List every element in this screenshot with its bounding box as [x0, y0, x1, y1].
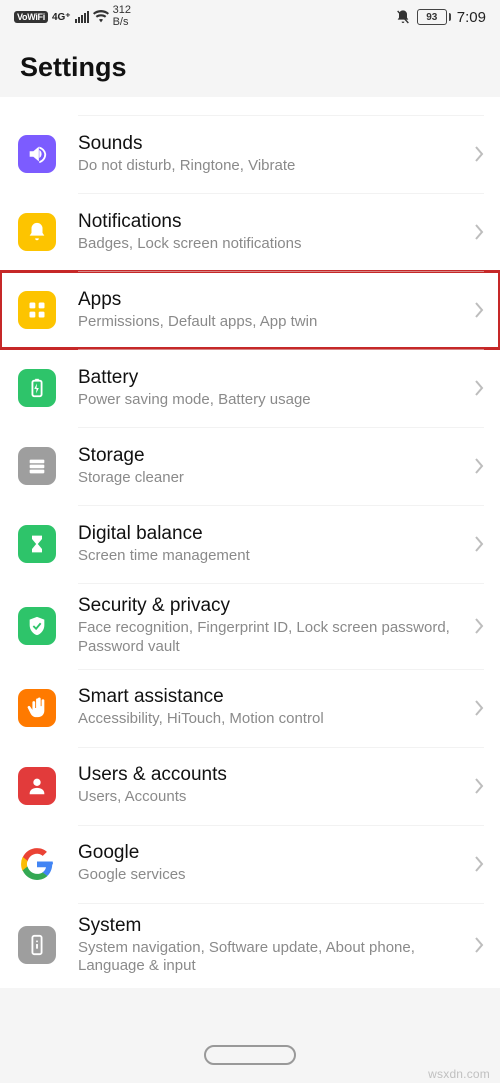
user-icon: [18, 767, 56, 805]
chevron-right-icon: [474, 535, 484, 553]
net-speed: 312 B/s: [113, 5, 131, 28]
row-title: Storage: [78, 445, 464, 467]
nav-home-pill[interactable]: [204, 1045, 296, 1065]
row-subtitle: Do not disturb, Ringtone, Vibrate: [78, 157, 464, 176]
status-bar: VoWiFi 4G⁺ 312 B/s 93 7:09: [0, 0, 500, 34]
list-item-smart-assistance[interactable]: Smart assistance Accessibility, HiTouch,…: [0, 669, 500, 747]
chevron-right-icon: [474, 617, 484, 635]
wifi-icon: [93, 9, 109, 25]
chevron-right-icon: [474, 936, 484, 954]
row-subtitle: Google services: [78, 866, 464, 885]
row-subtitle: Face recognition, Fingerprint ID, Lock s…: [78, 619, 464, 657]
data-gen-label: 4G⁺: [52, 12, 71, 23]
mute-icon: [395, 9, 411, 25]
clock: 7:09: [457, 9, 486, 26]
list-item-storage[interactable]: Storage Storage cleaner: [0, 427, 500, 505]
row-title: System: [78, 915, 464, 937]
bell-icon: [18, 213, 56, 251]
list-item-users[interactable]: Users & accounts Users, Accounts: [0, 747, 500, 825]
chevron-right-icon: [474, 301, 484, 319]
battery-icon: [18, 369, 56, 407]
signal-icon: [75, 11, 89, 23]
chevron-right-icon: [474, 855, 484, 873]
row-subtitle: Permissions, Default apps, App twin: [78, 313, 464, 332]
row-title: Apps: [78, 289, 464, 311]
settings-list: Sounds Do not disturb, Ringtone, Vibrate…: [0, 93, 500, 988]
row-title: Digital balance: [78, 523, 464, 545]
row-subtitle: Accessibility, HiTouch, Motion control: [78, 710, 464, 729]
list-item-apps[interactable]: Apps Permissions, Default apps, App twin: [0, 271, 500, 349]
storage-icon: [18, 447, 56, 485]
page-header: Settings: [0, 34, 500, 97]
vowifi-badge: VoWiFi: [14, 11, 48, 23]
google-icon: [18, 845, 56, 883]
row-subtitle: Storage cleaner: [78, 469, 464, 488]
row-title: Users & accounts: [78, 764, 464, 786]
list-item-system[interactable]: System System navigation, Software updat…: [0, 903, 500, 989]
row-title: Battery: [78, 367, 464, 389]
row-subtitle: Screen time management: [78, 547, 464, 566]
list-item-sounds[interactable]: Sounds Do not disturb, Ringtone, Vibrate: [0, 115, 500, 193]
hourglass-icon: [18, 525, 56, 563]
hand-icon: [18, 689, 56, 727]
row-subtitle: Power saving mode, Battery usage: [78, 391, 464, 410]
row-title: Notifications: [78, 211, 464, 233]
battery-indicator: 93: [417, 9, 451, 25]
row-subtitle: Badges, Lock screen notifications: [78, 235, 464, 254]
row-subtitle: System navigation, Software update, Abou…: [78, 939, 464, 977]
page-title: Settings: [20, 52, 480, 83]
row-title: Sounds: [78, 133, 464, 155]
row-title: Security & privacy: [78, 595, 464, 617]
list-item-battery[interactable]: Battery Power saving mode, Battery usage: [0, 349, 500, 427]
row-title: Smart assistance: [78, 686, 464, 708]
row-subtitle: Users, Accounts: [78, 788, 464, 807]
shield-icon: [18, 607, 56, 645]
chevron-right-icon: [474, 777, 484, 795]
chevron-right-icon: [474, 457, 484, 475]
list-item-security[interactable]: Security & privacy Face recognition, Fin…: [0, 583, 500, 669]
list-item-digital-balance[interactable]: Digital balance Screen time management: [0, 505, 500, 583]
apps-icon: [18, 291, 56, 329]
sounds-icon: [18, 135, 56, 173]
list-item-notifications[interactable]: Notifications Badges, Lock screen notifi…: [0, 193, 500, 271]
chevron-right-icon: [474, 223, 484, 241]
row-title: Google: [78, 842, 464, 864]
chevron-right-icon: [474, 699, 484, 717]
watermark: wsxdn.com: [428, 1067, 490, 1081]
list-item-google[interactable]: Google Google services: [0, 825, 500, 903]
device-icon: [18, 926, 56, 964]
chevron-right-icon: [474, 379, 484, 397]
status-left: VoWiFi 4G⁺ 312 B/s: [14, 5, 131, 28]
chevron-right-icon: [474, 145, 484, 163]
status-right: 93 7:09: [395, 9, 486, 26]
